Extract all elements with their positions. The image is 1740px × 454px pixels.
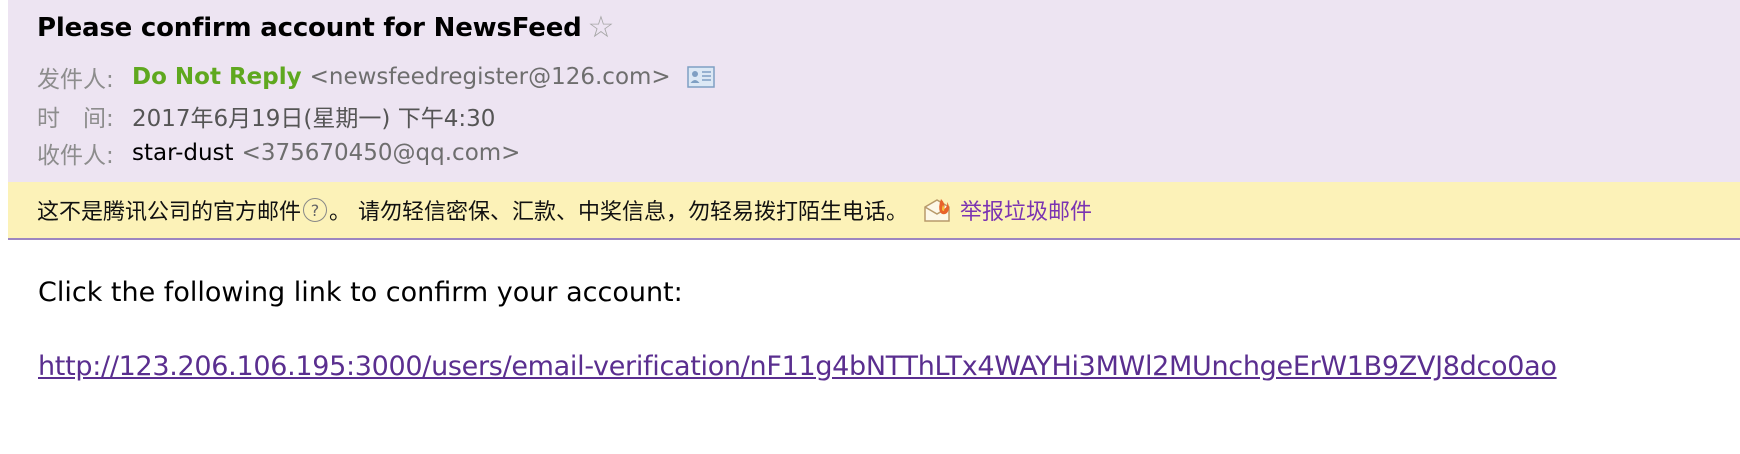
email-header: Please confirm account for NewsFeed ☆ 发件… bbox=[8, 0, 1740, 182]
to-label: 收件人: bbox=[37, 143, 114, 169]
from-label: 发件人: bbox=[37, 67, 114, 93]
contact-card-icon[interactable] bbox=[686, 66, 715, 88]
email-subject: Please confirm account for NewsFeed bbox=[37, 13, 582, 43]
verification-link[interactable]: http://123.206.106.195:3000/users/email-… bbox=[38, 351, 1557, 382]
recipient-address: <375670450@qq.com> bbox=[241, 140, 521, 166]
star-icon[interactable]: ☆ bbox=[588, 13, 615, 43]
left-gutter bbox=[0, 0, 8, 240]
sent-time: 2017年6月19日(星期一) 下午4:30 bbox=[132, 106, 496, 132]
sender-address: <newsfeedregister@126.com> bbox=[309, 64, 671, 90]
email-view: Please confirm account for NewsFeed ☆ 发件… bbox=[0, 0, 1740, 454]
help-icon[interactable]: ? bbox=[303, 198, 328, 222]
sender-name[interactable]: Do Not Reply bbox=[132, 64, 302, 90]
report-spam-link[interactable]: 举报垃圾邮件 bbox=[960, 194, 1092, 226]
time-label: 时 间: bbox=[37, 106, 114, 132]
recipient-name[interactable]: star-dust bbox=[132, 140, 234, 166]
subject-row: Please confirm account for NewsFeed ☆ bbox=[37, 10, 614, 46]
to-row: 收件人: star-dust <375670450@qq.com> bbox=[37, 137, 520, 169]
warning-content: 这不是腾讯公司的官方邮件 ? 。 请勿轻信密保、汇款、中奖信息，勿轻易拨打陌生电… bbox=[37, 194, 1092, 226]
warning-text-before: 这不是腾讯公司的官方邮件 bbox=[37, 200, 302, 225]
security-warning-bar: 这不是腾讯公司的官方邮件 ? 。 请勿轻信密保、汇款、中奖信息，勿轻易拨打陌生电… bbox=[8, 182, 1740, 240]
from-row: 发件人: Do Not Reply <newsfeedregister@126.… bbox=[37, 61, 715, 93]
time-row: 时 间: 2017年6月19日(星期一) 下午4:30 bbox=[37, 100, 495, 132]
body-instruction: Click the following link to confirm your… bbox=[38, 277, 683, 308]
warning-text-after: 。 请勿轻信密保、汇款、中奖信息，勿轻易拨打陌生电话。 bbox=[329, 200, 909, 225]
report-spam-icon[interactable] bbox=[922, 197, 952, 223]
